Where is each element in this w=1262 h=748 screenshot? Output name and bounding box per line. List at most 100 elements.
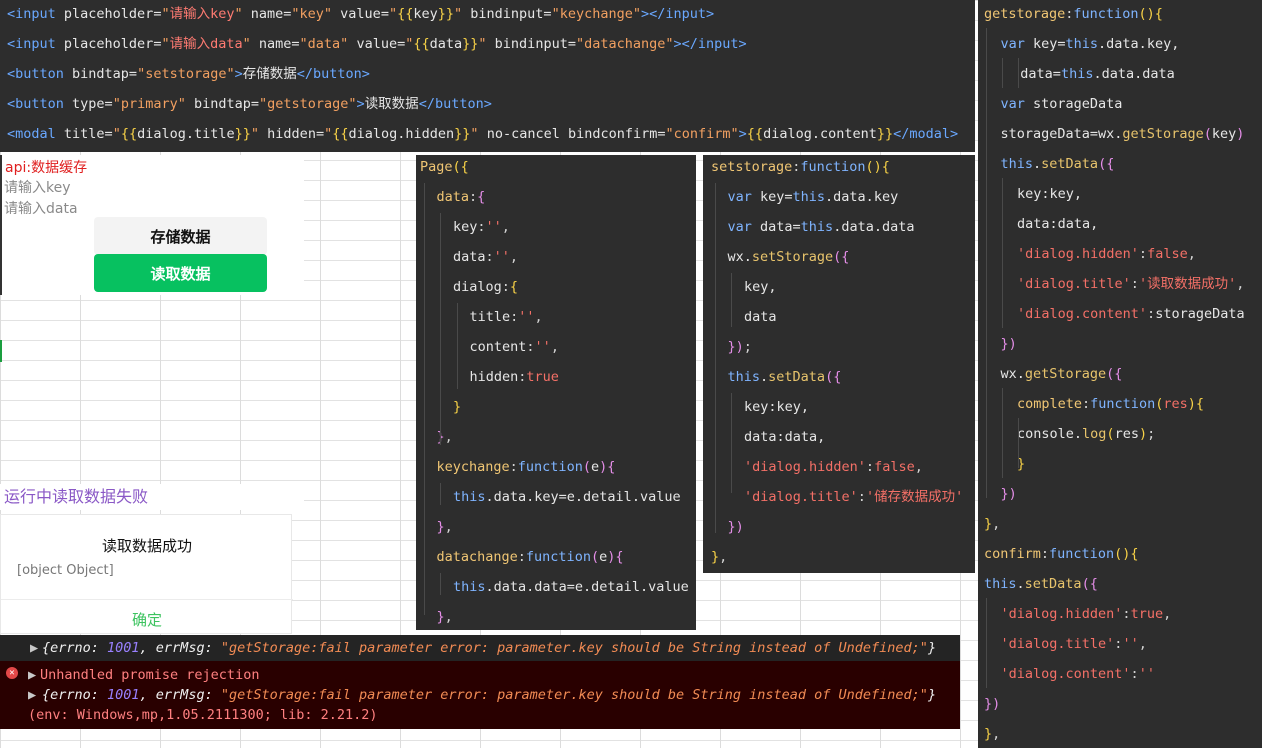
code-line: <modal title="{{dialog.title}}" hidden="… <box>7 126 959 142</box>
code-line: data:'', <box>453 249 519 265</box>
modal-dialog: 读取数据成功 [object Object] 确定 <box>0 514 293 634</box>
indent-guide <box>715 183 716 533</box>
modal-title: 读取数据成功 <box>101 537 192 555</box>
indent-guide <box>440 483 441 505</box>
read-button[interactable]: 读取数据 <box>94 254 267 292</box>
code-line: <button type="primary" bindtap="getstora… <box>7 96 492 112</box>
code-line: setstorage:function(){ <box>711 159 890 175</box>
code-line: }) <box>727 519 744 535</box>
code-line: confirm:function(){ <box>984 546 1139 562</box>
console-log-row: ▶ {errno: 1001, errMsg: "getStorage:fail… <box>0 635 960 662</box>
indent-guide <box>1002 178 1003 328</box>
console-panel: ▶ {errno: 1001, errMsg: "getStorage:fail… <box>0 635 960 729</box>
console-log-text: {errno: 1001, errMsg: "getStorage:fail p… <box>42 640 937 656</box>
code-line: getstorage:function(){ <box>984 6 1163 22</box>
code-line: }, <box>984 726 1001 742</box>
code-line: }, <box>984 516 1001 532</box>
indent-guide <box>1002 388 1003 478</box>
page-title: api:数据缓存 <box>5 160 88 176</box>
expand-triangle-icon[interactable]: ▶ <box>28 665 36 685</box>
code-line: }, <box>711 549 728 565</box>
code-line: var storageData <box>1000 96 1123 112</box>
miniprogram-preview: api:数据缓存 请输入key 请输入data 存储数据 读取数据 <box>0 155 304 295</box>
code-line: console.log(res); <box>1017 426 1156 442</box>
code-line: datachange:function(e){ <box>436 549 624 565</box>
code-line: key:key, <box>744 399 810 415</box>
modal-confirm-button[interactable]: 确定 <box>1 609 293 630</box>
code-line: key, <box>744 279 777 295</box>
error-icon: ✕ <box>6 667 18 679</box>
indent-guide <box>731 393 732 493</box>
code-line: dialog:{ <box>453 279 519 295</box>
code-line: key:'', <box>453 219 510 235</box>
store-button[interactable]: 存储数据 <box>94 217 267 255</box>
code-line: }) <box>1000 336 1017 352</box>
code-line: 'dialog.content':storageData <box>1017 306 1245 322</box>
code-line: title:'', <box>469 309 543 325</box>
indent-guide <box>440 573 441 595</box>
code-line: data:data, <box>1017 216 1099 232</box>
code-line: <input placeholder="请输入key" name="key" v… <box>7 6 715 22</box>
code-line: data:{ <box>436 189 486 205</box>
env-text: (env: Windows,mp,1.05.2111300; lib: 2.21… <box>28 707 378 723</box>
indent-guide <box>986 598 987 688</box>
code-line: var key=this.data.key <box>727 189 899 205</box>
indent-guide <box>440 213 441 445</box>
code-line: this.setData({ <box>1000 156 1115 172</box>
page-js-code-panel: Page({ data:{ key:'', data:'', dialog:{ title… <box>416 155 696 630</box>
code-line: var key=this.data.key, <box>1000 36 1180 52</box>
code-line: <button bindtap="setstorage">存储数据</butto… <box>7 66 370 82</box>
indent-guide <box>731 273 732 327</box>
code-line: }, <box>436 519 453 535</box>
setstorage-code-panel: setstorage:function(){ var key=this.data.… <box>703 155 975 573</box>
code-line: 'dialog.content':'' <box>1000 666 1155 682</box>
code-line: Page({ <box>420 159 469 175</box>
code-line: 'dialog.hidden':false, <box>1017 246 1196 262</box>
caption-text: 运行中读取数据失败 <box>0 484 304 510</box>
indent-guide <box>1018 58 1019 88</box>
code-line: data <box>744 309 777 325</box>
code-line: 'dialog.title':'储存数据成功' <box>744 489 964 505</box>
code-line: wx.setStorage({ <box>727 249 850 265</box>
code-line: 'dialog.title':'读取数据成功', <box>1017 276 1245 292</box>
code-line: 'dialog.hidden':false, <box>744 459 923 475</box>
code-line: <input placeholder="请输入data" name="data"… <box>7 36 747 52</box>
code-line: wx.getStorage({ <box>1000 366 1123 382</box>
key-input[interactable]: 请输入key <box>4 177 71 197</box>
code-line: }, <box>437 429 453 445</box>
code-line: this.setData({ <box>727 369 842 385</box>
code-line: content:'', <box>469 339 559 355</box>
code-line: hidden:true <box>469 369 559 385</box>
indent-guide <box>457 303 458 389</box>
indent-guide <box>424 183 425 615</box>
console-error-row: ✕ ▶ Unhandled promise rejection ▶ {errno… <box>0 661 960 729</box>
code-line: this.data.data=e.detail.value <box>453 579 689 595</box>
code-line: var data=this.data.data <box>727 219 915 235</box>
code-line: storageData=wx.getStorage(key) <box>1000 126 1245 142</box>
code-line: key:key, <box>1017 186 1083 202</box>
modal-divider <box>1 599 293 600</box>
code-line: keychange:function(e){ <box>436 459 616 475</box>
error-title: Unhandled promise rejection <box>40 667 260 683</box>
code-line: }) <box>984 696 1001 712</box>
indent-guide <box>986 28 987 498</box>
code-line: 'dialog.hidden':true, <box>1000 606 1172 622</box>
code-line: }) <box>1000 486 1017 502</box>
code-line: data=this.data.data <box>1020 66 1175 82</box>
code-line: }, <box>436 609 453 625</box>
data-input[interactable]: 请输入data <box>4 198 78 218</box>
code-line: complete:function(res){ <box>1017 396 1205 412</box>
code-line: 'dialog.title':'', <box>1000 636 1147 652</box>
indent-guide <box>1002 58 1003 88</box>
expand-triangle-icon[interactable]: ▶ <box>30 638 38 658</box>
getstorage-code-panel: getstorage:function(){ var key=this.data.… <box>978 0 1262 748</box>
wxml-code-panel: <input placeholder="请输入key" name="key" v… <box>0 0 975 152</box>
cell-marker <box>0 340 2 362</box>
expand-triangle-icon[interactable]: ▶ <box>28 685 36 705</box>
code-line: data:data, <box>744 429 826 445</box>
code-line: } <box>453 399 462 415</box>
code-line: this.data.key=e.detail.value <box>453 489 681 505</box>
modal-content: [object Object] <box>17 563 114 578</box>
code-line: this.setData({ <box>984 576 1098 592</box>
code-line: }); <box>727 339 752 355</box>
